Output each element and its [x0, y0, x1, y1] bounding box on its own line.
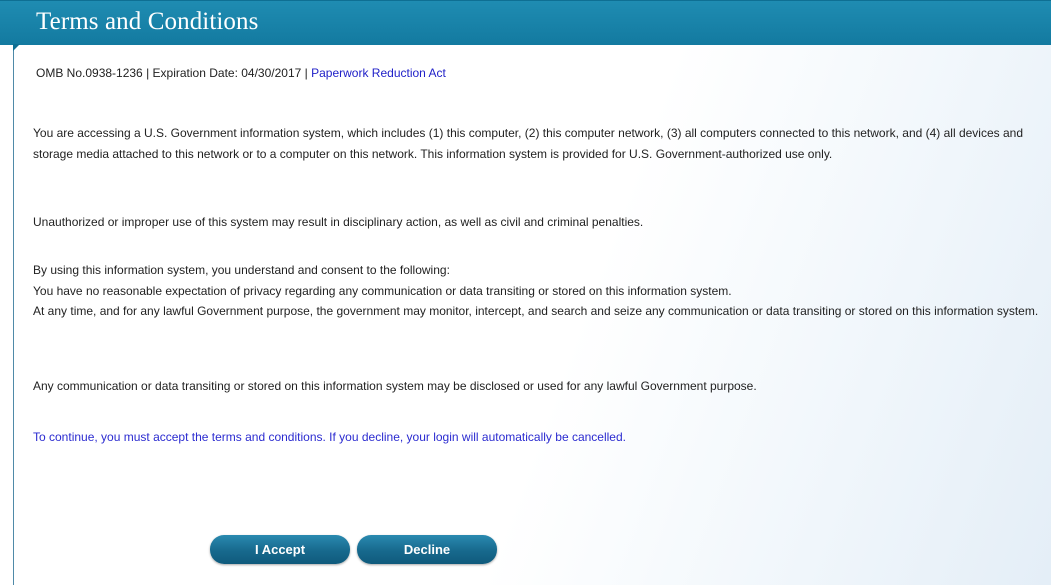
- left-border: [13, 44, 14, 585]
- system-notice-paragraph: You are accessing a U.S. Government info…: [33, 126, 1024, 161]
- header-notch: [13, 44, 20, 51]
- continue-notice: To continue, you must accept the terms a…: [33, 430, 626, 444]
- header-bar: Terms and Conditions: [0, 0, 1051, 45]
- meta-separator: |: [142, 66, 153, 80]
- consent-line: At any time, and for any lawful Governme…: [33, 304, 1039, 318]
- unauthorized-use-paragraph: Unauthorized or improper use of this sys…: [33, 215, 644, 229]
- page-title: Terms and Conditions: [36, 8, 259, 35]
- paperwork-reduction-act-link[interactable]: Paperwork Reduction Act: [311, 66, 446, 80]
- consent-line: You have no reasonable expectation of pr…: [33, 283, 732, 298]
- accept-button[interactable]: I Accept: [210, 535, 350, 564]
- expiration-date: Expiration Date: 04/30/2017: [152, 66, 302, 80]
- disclosure-paragraph: Any communication or data transiting or …: [33, 379, 757, 393]
- omb-info: OMB No.0938-1236 | Expiration Date: 04/3…: [36, 66, 446, 80]
- consent-paragraph: By using this information system, you un…: [33, 260, 1041, 322]
- meta-separator: |: [301, 66, 312, 80]
- decline-button[interactable]: Decline: [357, 535, 497, 564]
- omb-number: OMB No.0938-1236: [36, 66, 143, 80]
- consent-line: By using this information system, you un…: [33, 263, 450, 277]
- terms-page: Terms and Conditions OMB No.0938-1236 | …: [0, 0, 1051, 585]
